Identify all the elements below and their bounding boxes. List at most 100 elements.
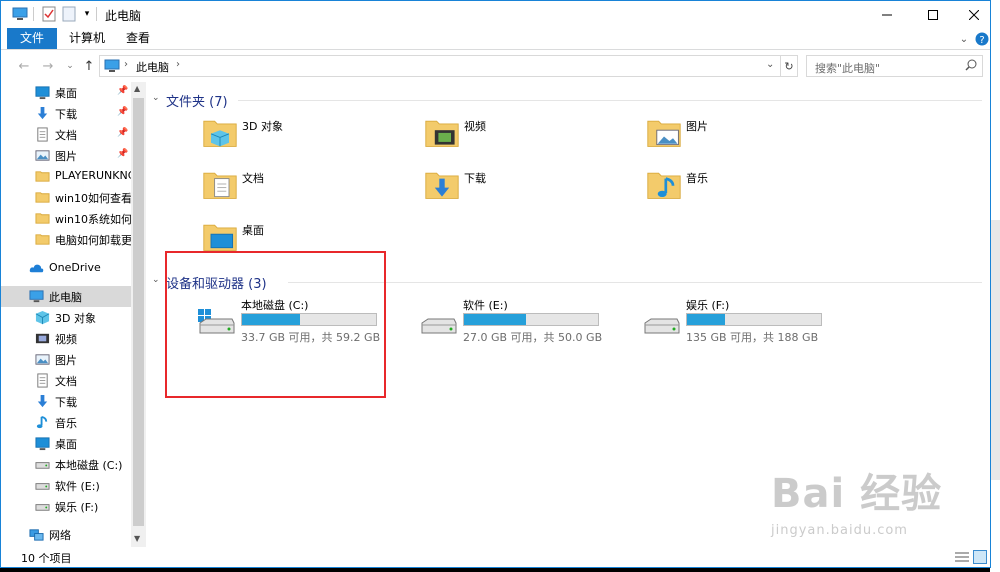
folder-item[interactable]: 音乐: [646, 166, 866, 214]
desktop-icon: [35, 85, 51, 100]
nav-item-label: 娱乐 (F:): [55, 501, 99, 514]
search-icon[interactable]: [965, 59, 977, 74]
folder-label: 3D 对象: [242, 120, 283, 133]
collapse-chevron-icon[interactable]: ⌄: [152, 93, 160, 103]
nav-item-label: 桌面: [55, 438, 77, 451]
music-folder-icon: [646, 166, 682, 202]
drive-icon: [35, 499, 51, 514]
folder-item[interactable]: 视频: [424, 114, 644, 162]
video-icon: [35, 331, 51, 346]
group-divider: [238, 100, 982, 101]
scroll-down-icon[interactable]: ▼: [134, 534, 140, 543]
recent-locations-button[interactable]: ⌄: [61, 58, 79, 74]
folder-icon: [35, 232, 51, 247]
nav-item[interactable]: 网络: [1, 524, 131, 545]
nav-item[interactable]: 音乐: [1, 412, 131, 433]
nav-item[interactable]: 图片: [1, 349, 131, 370]
separator: [96, 7, 97, 21]
nav-scrollbar-thumb[interactable]: [133, 98, 144, 526]
back-button[interactable]: ←: [15, 58, 33, 74]
nav-item-label: OneDrive: [49, 261, 101, 274]
highlight-annotation-box: [165, 251, 386, 398]
new-folder-icon[interactable]: [61, 6, 77, 22]
music-icon: [35, 415, 51, 430]
nav-item[interactable]: win10如何查看网: [1, 187, 131, 208]
tab-file[interactable]: 文件: [7, 28, 57, 49]
nav-item-label: 电脑如何卸载更新: [55, 234, 131, 247]
address-dropdown-icon[interactable]: ⌄: [766, 59, 774, 70]
background-window-edge: [990, 220, 1000, 480]
document-icon: [35, 127, 51, 142]
nav-item[interactable]: 娱乐 (F:): [1, 496, 131, 517]
drive-item[interactable]: 软件 (E:) 27.0 GB 可用，共 50.0 GB: [418, 297, 638, 347]
nav-item[interactable]: 视频: [1, 328, 131, 349]
nav-item[interactable]: 桌面 📌: [1, 82, 131, 103]
nav-item-label: 3D 对象: [55, 312, 96, 325]
navigation-pane: 桌面📌下载📌文档📌图片📌PLAYERUNKNCwin10如何查看网win10系统…: [1, 82, 146, 547]
download-icon: [35, 106, 51, 121]
nav-item[interactable]: PLAYERUNKNC: [1, 166, 131, 187]
nav-item[interactable]: OneDrive: [1, 258, 131, 279]
minimize-button[interactable]: [864, 1, 910, 28]
folders-group-header[interactable]: 文件夹 (7): [166, 91, 228, 110]
drive-usage-bar: [686, 313, 822, 326]
up-button[interactable]: ↑: [80, 58, 98, 74]
pin-icon: 📌: [117, 128, 129, 138]
expand-ribbon-icon[interactable]: ⌄: [956, 31, 972, 47]
address-bar[interactable]: › 此电脑 › ⌄: [99, 55, 781, 77]
folder-item[interactable]: 图片: [646, 114, 866, 162]
folder-icon: [35, 211, 51, 226]
computer-icon[interactable]: [12, 6, 28, 22]
watermark-url: jingyan.baidu.com: [771, 523, 908, 538]
drive-usage-fill: [464, 314, 526, 325]
breadcrumb-chevron-icon[interactable]: ›: [176, 59, 180, 70]
forward-button[interactable]: →: [39, 58, 57, 74]
ribbon-tabs: 文件 计算机 查看 ⌄ ?: [1, 28, 990, 50]
drive-item[interactable]: 娱乐 (F:) 135 GB 可用，共 188 GB: [641, 297, 861, 347]
tab-computer[interactable]: 计算机: [57, 28, 117, 49]
breadcrumb-this-pc[interactable]: 此电脑: [136, 59, 169, 75]
customize-toolbar-icon[interactable]: ▾: [79, 6, 95, 22]
nav-item[interactable]: 3D 对象: [1, 307, 131, 328]
nav-item[interactable]: win10系统如何关: [1, 208, 131, 229]
nav-item[interactable]: 软件 (E:): [1, 475, 131, 496]
folder-label: 图片: [686, 120, 708, 133]
nav-item[interactable]: 文档: [1, 370, 131, 391]
document-folder-icon: [202, 166, 238, 202]
nav-item[interactable]: 桌面: [1, 433, 131, 454]
search-box[interactable]: 搜索"此电脑": [806, 55, 983, 77]
nav-item-label: 图片: [55, 354, 77, 367]
refresh-button[interactable]: ↻: [780, 55, 798, 77]
close-button[interactable]: [951, 1, 990, 28]
nav-item-label: 下载: [55, 396, 77, 409]
nav-item[interactable]: 文档 📌: [1, 124, 131, 145]
folder-item[interactable]: 文档: [202, 166, 422, 214]
collapse-chevron-icon[interactable]: ⌄: [152, 275, 160, 285]
folder-icon: [35, 169, 51, 184]
computer-icon: [29, 289, 45, 304]
nav-item[interactable]: 此电脑: [1, 286, 131, 307]
scroll-up-icon[interactable]: ▲: [134, 84, 140, 93]
nav-item-label: 此电脑: [49, 291, 82, 304]
nav-item[interactable]: 本地磁盘 (C:): [1, 454, 131, 475]
nav-item-label: 音乐: [55, 417, 77, 430]
desktop-folder-icon: [202, 218, 238, 254]
nav-item-label: PLAYERUNKNC: [55, 169, 131, 182]
breadcrumb-chevron-icon: ›: [124, 59, 128, 70]
maximize-button[interactable]: [910, 1, 956, 28]
title-bar: ▾ 此电脑: [1, 1, 990, 28]
network-icon: [29, 527, 45, 542]
nav-item[interactable]: 电脑如何卸载更新: [1, 229, 131, 250]
folder-item[interactable]: 3D 对象: [202, 114, 422, 162]
nav-item[interactable]: 下载: [1, 391, 131, 412]
help-icon[interactable]: ?: [974, 31, 990, 47]
folder-item[interactable]: 下载: [424, 166, 644, 214]
drive-icon: [418, 307, 458, 337]
nav-item[interactable]: 图片 📌: [1, 145, 131, 166]
properties-icon[interactable]: [41, 6, 57, 22]
drive-icon: [35, 478, 51, 493]
tab-view[interactable]: 查看: [114, 28, 162, 49]
watermark-logo-text: Bai 经验: [771, 471, 943, 517]
nav-item[interactable]: 下载 📌: [1, 103, 131, 124]
picture-folder-icon: [646, 114, 682, 150]
